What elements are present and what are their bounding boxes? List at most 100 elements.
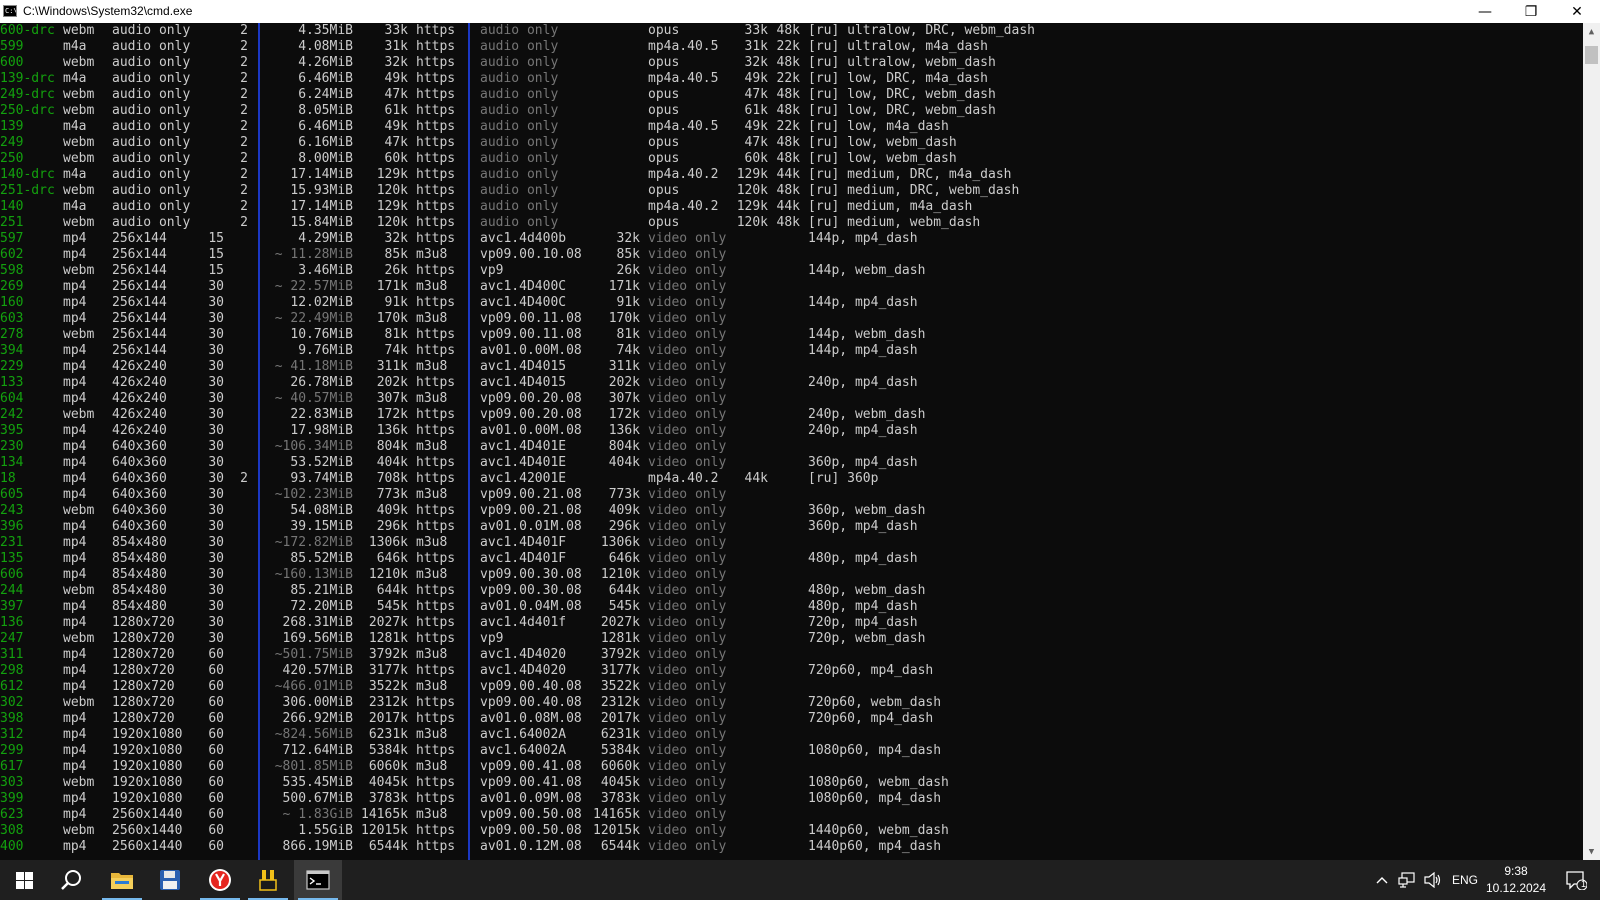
format-ext: mp4 bbox=[63, 791, 87, 806]
format-tbr: 31k bbox=[384, 39, 408, 54]
format-size: 39.15MiB bbox=[290, 519, 353, 534]
format-more: 1080p60, mp4_dash bbox=[808, 743, 942, 758]
format-row: 394 mp4 256x144 30 9.76MiB 74k https av01.0.00M… bbox=[0, 343, 1580, 359]
restore-button[interactable]: ❐ bbox=[1508, 0, 1554, 23]
format-ext: mp4 bbox=[63, 519, 87, 534]
format-proto: https bbox=[416, 599, 456, 614]
scroll-up-arrow-icon[interactable]: ▲ bbox=[1583, 23, 1600, 40]
format-vbr: 1281k bbox=[600, 631, 640, 646]
format-asr: 48k bbox=[776, 87, 800, 102]
window-title-bar[interactable]: C:\ C:\Windows\System32\cmd.exe — ❐ ✕ bbox=[0, 0, 1600, 23]
format-vbr: 804k bbox=[608, 439, 640, 454]
format-row: 396 mp4 640x360 30 39.15MiB 296k https av01.0.0… bbox=[0, 519, 1580, 535]
format-fps: 30 bbox=[208, 391, 224, 406]
file-explorer-icon[interactable] bbox=[98, 860, 146, 900]
format-size: 268.31MiB bbox=[282, 615, 353, 630]
format-res: audio only bbox=[112, 23, 191, 38]
format-vcodec: audio only bbox=[480, 87, 559, 102]
format-vbr: 81k bbox=[616, 327, 640, 342]
format-ext: m4a bbox=[63, 167, 87, 182]
console-output[interactable]: 600-drc webm audio only 2 4.35MiB 33k https aud… bbox=[0, 23, 1583, 860]
format-ext: mp4 bbox=[63, 487, 87, 502]
format-row: 250-drc webm audio only 2 8.05MiB 61k https aud… bbox=[0, 103, 1580, 119]
format-more: 720p, webm_dash bbox=[808, 631, 926, 646]
format-abr: 129k bbox=[736, 199, 768, 214]
format-size: ~102.23MiB bbox=[274, 487, 353, 502]
close-button[interactable]: ✕ bbox=[1554, 0, 1600, 23]
format-tbr: 296k bbox=[376, 519, 408, 534]
format-id: 134 bbox=[0, 455, 24, 470]
format-row: 623 mp4 2560x1440 60 ~ 1.83GiB 14165k m3u8 vp09… bbox=[0, 807, 1580, 823]
format-id: 250-drc bbox=[0, 103, 55, 118]
format-more: 144p, mp4_dash bbox=[808, 231, 918, 246]
format-fps: 30 bbox=[208, 327, 224, 342]
format-tbr: 1281k bbox=[368, 631, 408, 646]
format-id: 308 bbox=[0, 823, 24, 838]
format-vcodec: audio only bbox=[480, 151, 559, 166]
format-more: [ru] low, DRC, webm_dash bbox=[808, 103, 996, 118]
volume-icon[interactable] bbox=[1422, 860, 1444, 900]
format-asr: 48k bbox=[776, 215, 800, 230]
format-proto: https bbox=[416, 583, 456, 598]
console-scrollbar[interactable]: ▲ ▼ bbox=[1583, 23, 1600, 860]
search-icon[interactable] bbox=[48, 860, 96, 900]
show-hidden-icons-chevron-icon[interactable] bbox=[1372, 860, 1392, 900]
format-size: 6.24MiB bbox=[298, 87, 353, 102]
lock-app-icon[interactable] bbox=[244, 860, 292, 900]
format-size: 712.64MiB bbox=[282, 743, 353, 758]
notification-center-icon[interactable]: 1 bbox=[1556, 860, 1596, 900]
format-more: [ru] medium, webm_dash bbox=[808, 215, 981, 230]
save-floppy-icon[interactable] bbox=[146, 860, 194, 900]
input-language-indicator[interactable]: ENG bbox=[1448, 860, 1482, 900]
format-proto: m3u8 bbox=[416, 807, 448, 822]
format-size: 17.14MiB bbox=[290, 167, 353, 182]
format-size: ~801.85MiB bbox=[274, 759, 353, 774]
format-vbr: 3522k bbox=[600, 679, 640, 694]
format-abr: 61k bbox=[744, 103, 768, 118]
format-vbr: 1306k bbox=[600, 535, 640, 550]
format-more: 144p, webm_dash bbox=[808, 327, 926, 342]
format-vcodec: avc1.4D400C bbox=[480, 295, 567, 310]
format-acodec: opus bbox=[648, 183, 680, 198]
format-size: 535.45MiB bbox=[282, 775, 353, 790]
scroll-down-arrow-icon[interactable]: ▼ bbox=[1583, 843, 1600, 860]
format-vcodec: audio only bbox=[480, 55, 559, 70]
format-id: 623 bbox=[0, 807, 24, 822]
format-size: 12.02MiB bbox=[290, 295, 353, 310]
format-res: 1920x1080 bbox=[112, 759, 183, 774]
cmd-terminal-icon[interactable] bbox=[294, 860, 342, 900]
network-icon[interactable] bbox=[1396, 860, 1418, 900]
format-id: 617 bbox=[0, 759, 24, 774]
format-vcodec: avc1.64002A bbox=[480, 727, 567, 742]
format-size: 9.76MiB bbox=[298, 343, 353, 358]
format-asr: 44k bbox=[776, 199, 800, 214]
format-tbr: 171k bbox=[376, 279, 408, 294]
format-ext: mp4 bbox=[63, 711, 87, 726]
format-tbr: 129k bbox=[376, 199, 408, 214]
format-asr: 48k bbox=[776, 151, 800, 166]
yandex-browser-icon[interactable] bbox=[196, 860, 244, 900]
format-row: 395 mp4 426x240 30 17.98MiB 136k https av01.0.0… bbox=[0, 423, 1580, 439]
format-res: 1920x1080 bbox=[112, 727, 183, 742]
format-res: 426x240 bbox=[112, 391, 167, 406]
windows-start-icon[interactable] bbox=[0, 860, 48, 900]
format-tbr: 6544k bbox=[368, 839, 408, 854]
scrollbar-thumb[interactable] bbox=[1585, 46, 1598, 64]
format-size: 4.29MiB bbox=[298, 231, 353, 246]
format-abr: 120k bbox=[736, 183, 768, 198]
format-row: 399 mp4 1920x1080 60 500.67MiB 3783k https av01… bbox=[0, 791, 1580, 807]
format-vbr: 5384k bbox=[600, 743, 640, 758]
format-row: 160 mp4 256x144 30 12.02MiB 91k https avc1.4D40… bbox=[0, 295, 1580, 311]
format-id: 604 bbox=[0, 391, 24, 406]
format-row: 603 mp4 256x144 30 ~ 22.49MiB 170k m3u8 vp09.00… bbox=[0, 311, 1580, 327]
format-fps: 60 bbox=[208, 679, 224, 694]
format-tbr: 1306k bbox=[368, 535, 408, 550]
system-clock[interactable]: 9:38 10.12.2024 bbox=[1480, 863, 1552, 897]
format-ext: m4a bbox=[63, 199, 87, 214]
format-vcodec: vp9 bbox=[480, 263, 504, 278]
minimize-button[interactable]: — bbox=[1462, 0, 1508, 23]
format-more: [ru] low, DRC, webm_dash bbox=[808, 87, 996, 102]
format-ch: 2 bbox=[240, 39, 248, 54]
format-ch: 2 bbox=[240, 471, 248, 486]
format-proto: https bbox=[416, 503, 456, 518]
